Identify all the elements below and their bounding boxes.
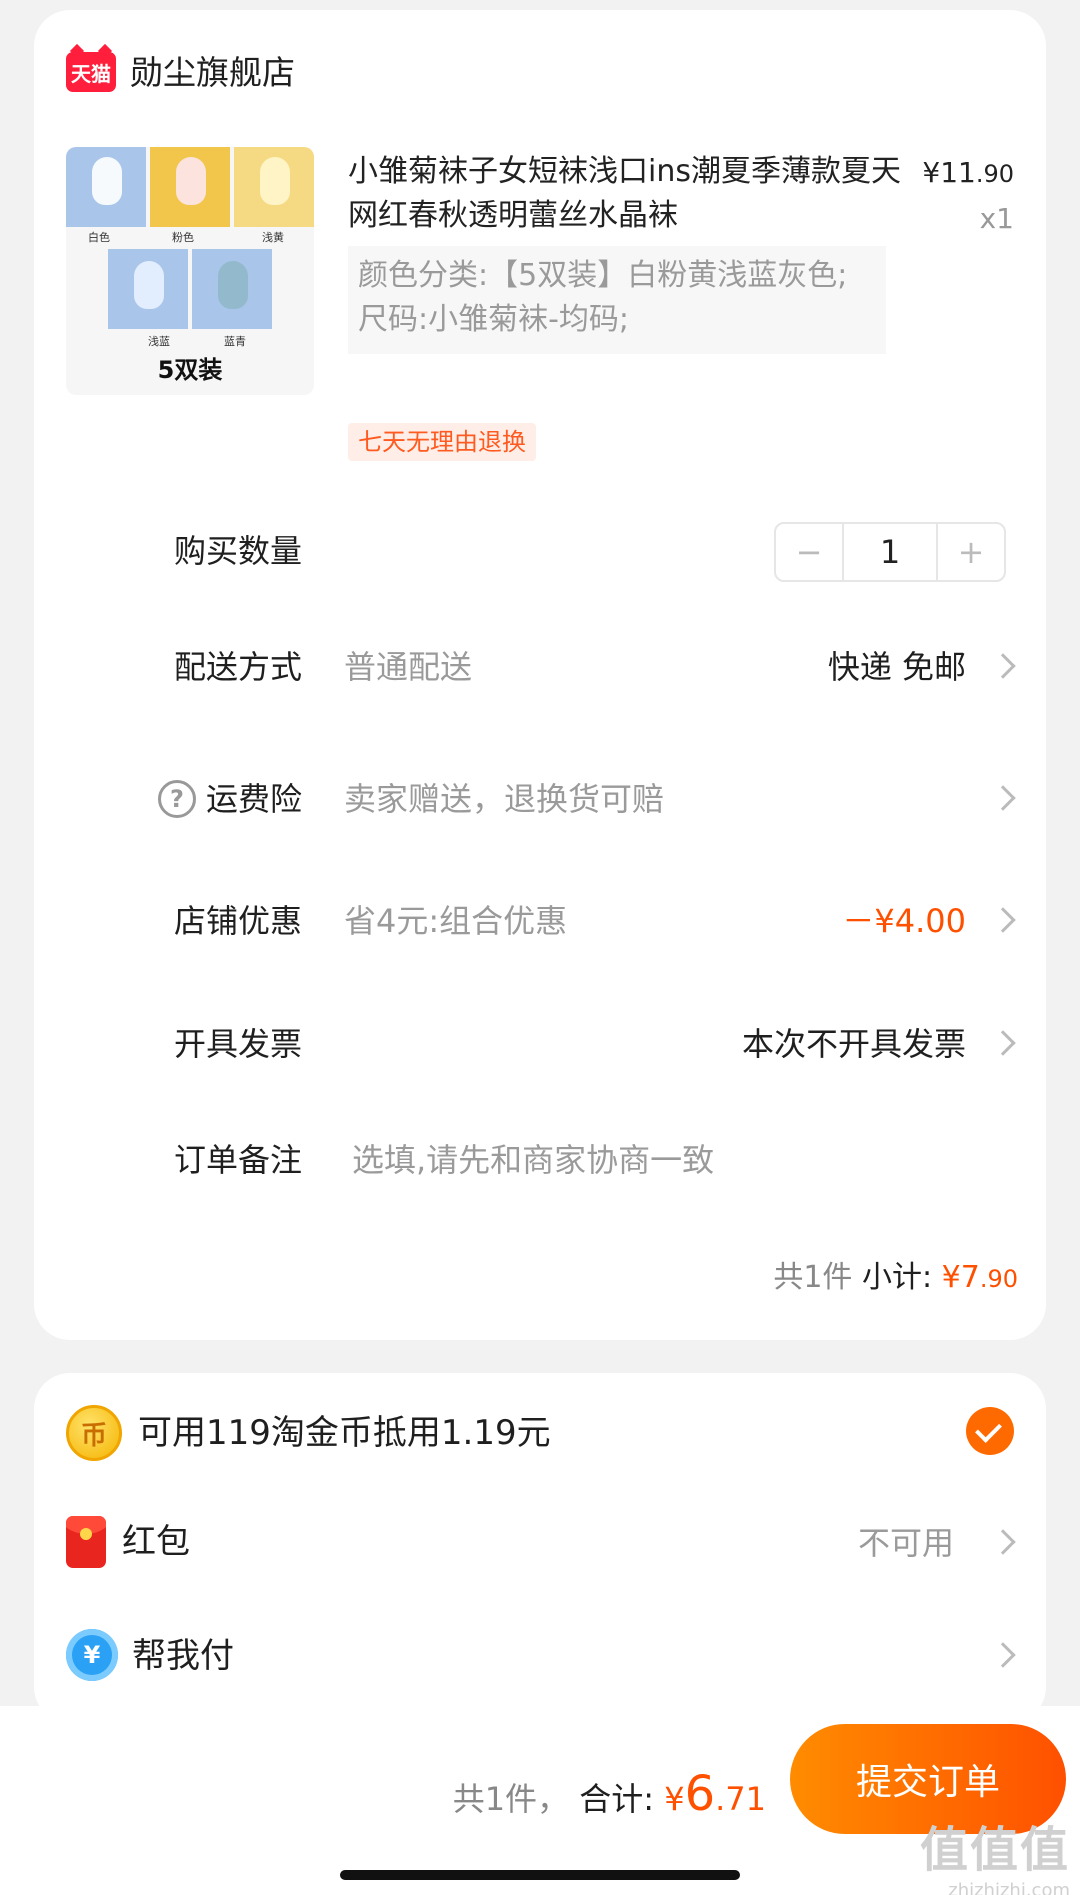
product-quantity: x1 [979,202,1014,235]
redpacket-label: 红包 [122,1522,190,1562]
subtotal-int: 7 [960,1260,980,1295]
total-int: 6 [684,1766,716,1822]
subtotal-amount: ¥7.90 [942,1260,1018,1295]
spec-size: 尺码:小雏菊袜-均码; [358,302,630,337]
watermark-logo: 值值值 [919,1822,1070,1878]
price-dec: .90 [975,160,1014,188]
total-dec: .71 [715,1780,766,1818]
note-input[interactable]: 选填,请先和商家协商一致 [352,1138,992,1182]
bottom-bar: 共1件， 合计: ¥6.71 提交订单 值值值 zhizhizhi.com [0,1706,1080,1895]
price-int: 11 [940,156,976,189]
swatch-lightblue [108,249,188,329]
shipping-label: 配送方式 [174,648,303,686]
coins-label: 可用119淘金币抵用1.19元 [138,1413,551,1453]
minus-button[interactable]: − [776,524,842,580]
chevron-right-icon [990,785,1016,811]
pack-label: 5双装 [157,356,223,384]
quantity-stepper[interactable]: − 1 + [774,522,1006,582]
gold-coin-icon: 币 [66,1405,122,1461]
note-label: 订单备注 [174,1141,303,1179]
total-count: 共1件， [452,1780,570,1818]
swatch-label: 蓝青 [224,335,246,348]
subtotal: 共1件 小计: ¥7.90 [773,1256,1018,1301]
red-packet-icon [66,1516,106,1568]
watermark: 值值值 zhizhizhi.com [920,1810,1070,1895]
plus-button[interactable]: + [938,524,1004,580]
subtotal-dec: .90 [979,1265,1018,1293]
order-total: 共1件， 合计: ¥6.71 [453,1766,766,1827]
product-price: ¥11.90 [922,156,1014,189]
redpacket-status: 不可用 [857,1524,954,1562]
invoice-label: 开具发票 [174,1025,303,1063]
invoice-value: 本次不开具发票 [741,1025,966,1063]
chevron-right-icon [990,653,1016,679]
product-title[interactable]: 小雏菊袜子女短袜浅口ins潮夏季薄款夏天网红春秋透明蕾丝水晶袜 [348,150,908,238]
tmall-logo-text: 天猫 [71,61,111,86]
chevron-right-icon [990,1529,1016,1555]
tmall-logo-icon: 天猫 [66,52,116,92]
discount-amount: －¥4.00 [842,902,966,940]
quantity-label: 购买数量 [174,532,303,570]
swatch-label: 浅黄 [262,231,284,244]
shipping-desc: 普通配送 [344,648,473,686]
watermark-url: zhizhizhi.com [948,1880,1070,1895]
swatch-label: 粉色 [172,231,194,244]
insurance-desc: 卖家赠送，退换货可赔 [344,780,665,818]
discount-label: 店铺优惠 [174,902,303,940]
discount-desc: 省4元:组合优惠 [344,902,568,940]
payment-card: 币 可用119淘金币抵用1.19元 红包 不可用 ¥ 帮我付 [34,1373,1046,1723]
helppay-label: 帮我付 [132,1636,234,1676]
help-pay-icon: ¥ [66,1629,118,1681]
subtotal-symbol: ¥ [941,1260,961,1295]
subtotal-count: 共1件 [773,1260,853,1295]
checkmark-icon[interactable] [966,1407,1014,1455]
product-thumbnail[interactable]: 白色 粉色 浅黄 浅蓝 蓝青 5双装 [66,147,314,395]
insurance-label: 运费险 [206,780,303,818]
chevron-right-icon [990,1030,1016,1056]
subtotal-label: 小计: [861,1260,933,1295]
store-name[interactable]: 勋尘旗舰店 [130,52,295,94]
chevron-right-icon [990,1642,1016,1668]
shipping-value: 快递 免邮 [827,648,966,686]
swatch-white [66,147,146,227]
total-label: 合计: [579,1780,655,1818]
order-card: 天猫 勋尘旗舰店 白色 粉色 浅黄 浅蓝 蓝青 5双装 小雏菊袜子女短袜浅口in… [34,10,1046,1340]
swatch-yellow [234,147,314,227]
chevron-right-icon [990,907,1016,933]
swatch-label: 浅蓝 [148,335,170,348]
product-spec[interactable]: 颜色分类:【5双装】白粉黄浅蓝灰色; 尺码:小雏菊袜-均码; [348,246,886,354]
question-icon[interactable]: ? [158,780,196,818]
total-symbol: ¥ [664,1780,685,1818]
return-policy-tag: 七天无理由退换 [348,423,536,461]
home-indicator[interactable] [340,1870,740,1880]
spec-color: 颜色分类:【5双装】白粉黄浅蓝灰色; [358,258,848,293]
swatch-teal [192,249,272,329]
swatch-pink [150,147,230,227]
price-symbol: ¥ [922,156,941,189]
quantity-value[interactable]: 1 [842,524,938,580]
swatch-label: 白色 [88,231,110,244]
